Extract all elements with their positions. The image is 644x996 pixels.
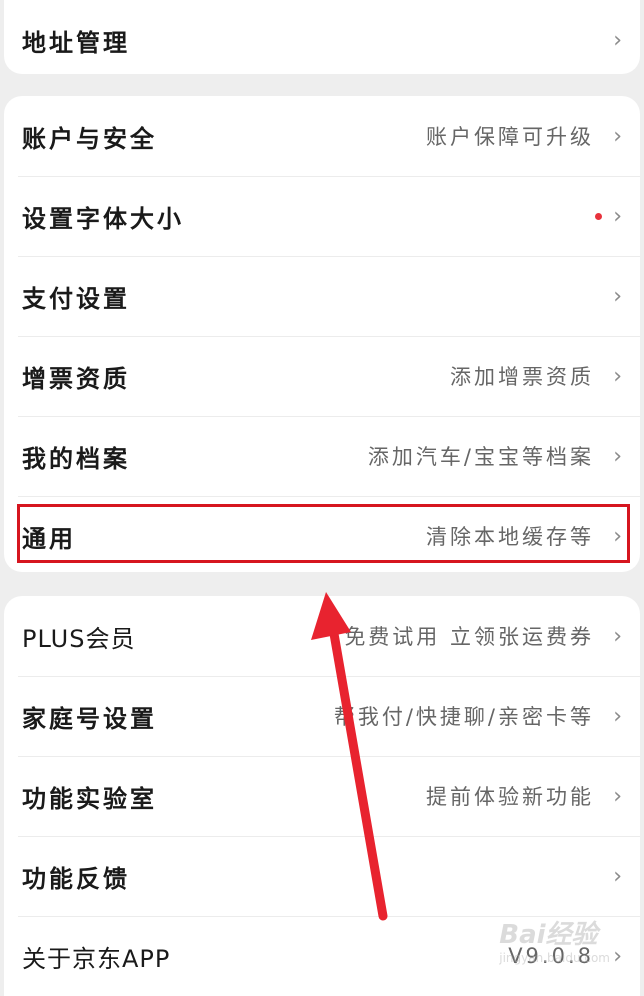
chevron-right-icon: › (613, 703, 622, 729)
chevron-right-icon: › (613, 283, 622, 309)
row-hint: 清除本地缓存等 (426, 525, 594, 549)
row-title: 功能反馈 (22, 864, 130, 893)
row-hint: 添加增票资质 (450, 365, 594, 389)
row-my-profile[interactable]: 我的档案 添加汽车/宝宝等档案 › (4, 416, 640, 496)
row-general[interactable]: 通用 清除本地缓存等 › (4, 496, 640, 572)
row-hint: 添加汽车/宝宝等档案 (367, 445, 594, 469)
divider (18, 756, 640, 757)
row-hint: 账户保障可升级 (426, 125, 594, 149)
row-title: 关于京东APP (22, 944, 171, 973)
row-title: 设置字体大小 (22, 204, 184, 233)
row-vat-invoice[interactable]: 增票资质 添加增票资质 › (4, 336, 640, 416)
row-hint: 帮我付/快捷聊/亲密卡等 (333, 705, 594, 729)
divider (18, 176, 640, 177)
watermark-sub: jingyan.baidu.com (499, 951, 610, 965)
row-feedback[interactable]: 功能反馈 › (4, 836, 640, 916)
chevron-right-icon: › (613, 943, 622, 969)
row-title: 通用 (22, 524, 76, 553)
chevron-right-icon: › (613, 363, 622, 389)
divider (18, 416, 640, 417)
divider (18, 836, 640, 837)
row-hint: 免费试用 立领张运费券 (344, 625, 594, 649)
divider (18, 676, 640, 677)
row-account-security[interactable]: 账户与安全 账户保障可升级 › (4, 96, 640, 176)
row-payment-settings[interactable]: 支付设置 › (4, 256, 640, 336)
chevron-right-icon: › (613, 27, 622, 53)
row-plus-member[interactable]: PLUS会员 免费试用 立领张运费券 › (4, 596, 640, 676)
settings-group-2: 账户与安全 账户保障可升级 › 设置字体大小 › 支付设置 › 增票资质 添加增… (4, 96, 640, 572)
chevron-right-icon: › (613, 863, 622, 889)
settings-group-1: 地址管理 › (4, 0, 640, 74)
chevron-right-icon: › (613, 783, 622, 809)
row-title: 家庭号设置 (22, 704, 157, 733)
chevron-right-icon: › (613, 623, 622, 649)
watermark-logo: Bai经验 (499, 920, 598, 950)
row-title: 支付设置 (22, 284, 130, 313)
chevron-right-icon: › (613, 123, 622, 149)
chevron-right-icon: › (613, 443, 622, 469)
divider (18, 336, 640, 337)
divider (18, 496, 640, 497)
divider (18, 256, 640, 257)
row-font-size[interactable]: 设置字体大小 › (4, 176, 640, 256)
row-address-management[interactable]: 地址管理 › (4, 0, 640, 74)
row-title: PLUS会员 (22, 624, 136, 653)
row-feature-lab[interactable]: 功能实验室 提前体验新功能 › (4, 756, 640, 836)
chevron-right-icon: › (613, 203, 622, 229)
row-hint: 提前体验新功能 (426, 785, 594, 809)
chevron-right-icon: › (613, 523, 622, 549)
baidu-watermark: Bai经验 jingyan.baidu.com (499, 914, 610, 965)
row-title: 地址管理 (22, 28, 130, 57)
row-title: 功能实验室 (22, 784, 157, 813)
row-family-account[interactable]: 家庭号设置 帮我付/快捷聊/亲密卡等 › (4, 676, 640, 756)
row-title: 账户与安全 (22, 124, 157, 153)
row-title: 增票资质 (22, 364, 130, 393)
red-dot-badge-icon (595, 212, 602, 220)
row-title: 我的档案 (22, 444, 130, 473)
